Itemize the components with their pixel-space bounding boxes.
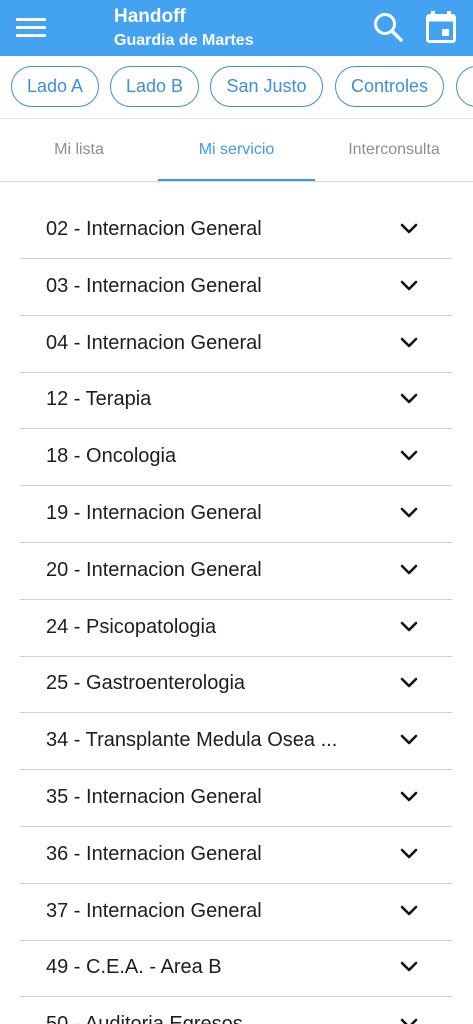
service-row[interactable]: 36 - Internacion General (20, 827, 452, 884)
active-tab-indicator (158, 179, 315, 181)
service-row[interactable]: 34 - Transplante Medula Osea ... (20, 713, 452, 771)
service-label: 35 - Internacion General (46, 786, 262, 808)
service-row[interactable]: 37 - Internacion General (20, 884, 452, 941)
menu-icon[interactable] (16, 15, 46, 39)
service-label: 20 - Internacion General (46, 558, 262, 581)
service-row[interactable]: 02 - Internacion General (20, 202, 452, 259)
service-label: 34 - Transplante Medula Osea ... (46, 729, 338, 752)
chevron-down-icon[interactable] (400, 620, 418, 634)
service-label: 24 - Psicopatologia (46, 615, 217, 638)
filter-chips: Lado A Lado B San Justo Controles (0, 56, 473, 118)
chevron-down-icon[interactable] (400, 676, 418, 690)
chevron-down-icon[interactable] (400, 847, 418, 861)
service-label: 12 - Terapia (46, 388, 152, 411)
service-row[interactable]: 49 - C.E.A. - Area B (20, 940, 452, 998)
service-label: 36 - Internacion General (46, 842, 262, 865)
chip-lado-a[interactable]: Lado A (11, 66, 99, 107)
chevron-down-icon[interactable] (400, 563, 418, 577)
service-row[interactable]: 19 - Internacion General (20, 486, 452, 543)
service-label: 18 - Oncologia (46, 445, 177, 468)
search-icon[interactable] (372, 11, 404, 43)
service-row[interactable]: 12 - Terapia (20, 372, 452, 430)
app-subtitle: Guardia de Martes (114, 32, 254, 49)
chip-controles[interactable]: Controles (335, 66, 444, 107)
service-row[interactable]: 35 - Internacion General (20, 770, 452, 827)
service-label: 37 - Internacion General (46, 899, 262, 922)
service-row[interactable]: 18 - Oncologia (20, 429, 452, 487)
service-row[interactable]: 03 - Internacion General (20, 259, 452, 316)
chevron-down-icon[interactable] (400, 506, 418, 520)
service-row[interactable]: 24 - Psicopatologia (20, 600, 452, 657)
chevron-down-icon[interactable] (400, 960, 418, 974)
chevron-down-icon[interactable] (400, 1017, 418, 1024)
service-label: 03 - Internacion General (46, 274, 262, 297)
service-label: 25 - Gastroenterologia (46, 672, 246, 695)
service-row[interactable]: 04 - Internacion General (20, 316, 452, 373)
service-label: 49 - C.E.A. - Area B (46, 956, 222, 979)
service-label: 04 - Internacion General (46, 331, 262, 354)
chevron-down-icon[interactable] (400, 279, 418, 293)
chevron-down-icon[interactable] (400, 222, 418, 236)
service-label: 50 - Auditoria Egresos (46, 1012, 366, 1024)
chip-partial[interactable] (456, 66, 473, 107)
calendar-icon[interactable] (426, 11, 456, 43)
app-title: Handoff (114, 6, 186, 27)
tab-mi-lista[interactable]: Mi lista (0, 119, 158, 182)
service-label: 02 - Internacion General (46, 218, 262, 240)
chevron-down-icon[interactable] (400, 449, 418, 463)
chevron-down-icon[interactable] (400, 904, 418, 918)
service-row[interactable]: 20 - Internacion General (20, 543, 452, 600)
tab-bar: Mi lista Mi servicio Interconsulta (0, 118, 473, 182)
service-label: 19 - Internacion General (46, 502, 262, 524)
app-bar: Handoff Guardia de Martes (0, 0, 473, 56)
chevron-down-icon[interactable] (400, 790, 418, 804)
chip-san-justo[interactable]: San Justo (210, 66, 323, 107)
chevron-down-icon[interactable] (400, 733, 418, 747)
service-row[interactable]: 50 - Auditoria Egresos (20, 997, 452, 1024)
chevron-down-icon[interactable] (400, 336, 418, 350)
tab-interconsulta[interactable]: Interconsulta (315, 119, 473, 182)
chip-lado-b[interactable]: Lado B (110, 66, 199, 107)
service-row[interactable]: 25 - Gastroenterologia (20, 656, 452, 714)
tab-mi-servicio[interactable]: Mi servicio (158, 119, 315, 182)
chevron-down-icon[interactable] (400, 392, 418, 406)
